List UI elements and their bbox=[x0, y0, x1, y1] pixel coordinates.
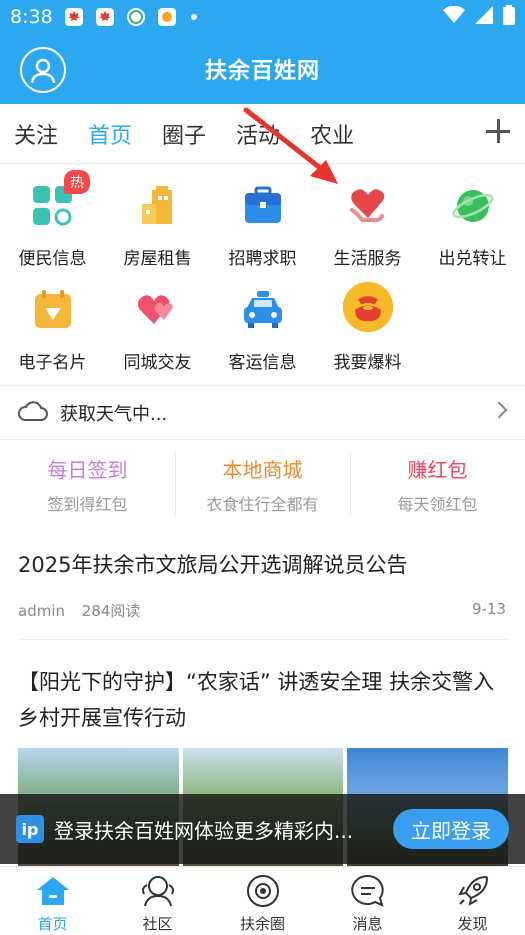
tab-circle[interactable]: 圈子 bbox=[162, 118, 206, 150]
promo-daily-checkin[interactable]: 每日签到 签到得红包 bbox=[0, 440, 175, 528]
news-title: 2025年扶余市文旅局公开选调解说员公告 bbox=[18, 553, 408, 577]
promo-subtitle: 每天领红包 bbox=[397, 494, 478, 514]
promo-title: 本地商城 bbox=[222, 457, 303, 482]
grid-item-transfer[interactable]: 出兑转让 bbox=[420, 170, 525, 270]
promo-subtitle: 衣食住行全都有 bbox=[206, 494, 319, 514]
grid-item-label: 招聘求职 bbox=[228, 249, 297, 269]
camera-circle-icon bbox=[245, 873, 281, 909]
grid-item-label: 同城交友 bbox=[123, 353, 192, 373]
briefcase-icon bbox=[237, 180, 289, 232]
grid-item-label: 便民信息 bbox=[18, 249, 87, 269]
cloud-icon bbox=[18, 400, 48, 426]
status-right bbox=[443, 5, 515, 29]
wifi-icon bbox=[443, 5, 465, 28]
planet-icon bbox=[447, 180, 499, 232]
add-channel-icon[interactable] bbox=[485, 118, 511, 144]
grid-item-dating[interactable]: 同城交友 bbox=[105, 274, 210, 374]
app-header: 扶余百姓网 bbox=[0, 34, 525, 104]
promo-subtitle: 签到得红包 bbox=[47, 494, 128, 514]
grid-item-business-card[interactable]: 电子名片 bbox=[0, 274, 105, 374]
news-meta: admin 284阅读 bbox=[18, 600, 140, 621]
promo-row: 每日签到 签到得红包 本地商城 衣食住行全都有 赚红包 每天领红包 bbox=[0, 440, 525, 528]
battery-icon bbox=[503, 5, 515, 29]
news-title: 【阳光下的守护】“农家话” 讲透安全理 扶余交警入乡村开展宣传行动 bbox=[18, 670, 495, 730]
chevron-right-icon bbox=[490, 401, 508, 419]
bottom-nav: 首页 社区 扶余圈 消息 发现 bbox=[0, 866, 525, 935]
grid-item-jobs[interactable]: 招聘求职 bbox=[210, 170, 315, 270]
nav-label: 社区 bbox=[142, 915, 173, 933]
maple-leaf-icon bbox=[63, 6, 85, 28]
page-title: 扶余百姓网 bbox=[204, 59, 320, 84]
nav-label: 扶余圈 bbox=[239, 915, 285, 933]
nav-discover[interactable]: 发现 bbox=[420, 867, 525, 935]
message-icon bbox=[350, 873, 386, 909]
maple-leaf-icon bbox=[94, 6, 116, 28]
promo-title: 每日签到 bbox=[47, 457, 128, 482]
nav-community[interactable]: 社区 bbox=[105, 867, 210, 935]
weather-text: 获取天气中... bbox=[60, 403, 168, 425]
app-circle-icon bbox=[125, 6, 147, 28]
promo-earn-red-packet[interactable]: 赚红包 每天领红包 bbox=[350, 440, 525, 528]
hearts-icon bbox=[132, 284, 184, 336]
grid-item-label: 电子名片 bbox=[18, 353, 87, 373]
promo-title: 赚红包 bbox=[407, 457, 468, 482]
red-bag-icon bbox=[342, 281, 394, 336]
nav-label: 消息 bbox=[352, 915, 383, 933]
app-square-icon bbox=[156, 6, 178, 28]
community-icon bbox=[140, 873, 176, 909]
news-item[interactable]: 【阳光下的守护】“农家话” 讲透安全理 扶余交警入乡村开展宣传行动 bbox=[18, 664, 508, 736]
grid-item-label: 出兑转让 bbox=[438, 249, 507, 269]
grid-item-label: 生活服务 bbox=[333, 249, 402, 269]
status-bar: 8:38 bbox=[0, 0, 525, 34]
grid-item-label: 房屋租售 bbox=[123, 249, 192, 269]
building-icon bbox=[132, 180, 184, 232]
nav-home[interactable]: 首页 bbox=[0, 867, 105, 935]
hot-badge: 热 bbox=[64, 170, 90, 194]
card-diamond-icon bbox=[27, 284, 79, 336]
nav-label: 发现 bbox=[457, 915, 488, 933]
login-button[interactable]: 立即登录 bbox=[393, 809, 509, 849]
nav-label: 首页 bbox=[37, 915, 68, 933]
news-reads: 284阅读 bbox=[81, 602, 141, 620]
user-avatar-icon[interactable] bbox=[20, 47, 66, 93]
grid-item-housing[interactable]: 房屋租售 bbox=[105, 170, 210, 270]
grid-item-label: 我要爆料 bbox=[333, 353, 402, 373]
tab-follow[interactable]: 关注 bbox=[14, 118, 58, 150]
news-item[interactable]: 2025年扶余市文旅局公开选调解说员公告 admin 284阅读 9-13 bbox=[18, 548, 508, 640]
promo-local-mall[interactable]: 本地商城 衣食住行全都有 bbox=[175, 440, 350, 528]
home-icon bbox=[35, 873, 71, 909]
tab-home[interactable]: 首页 bbox=[88, 118, 132, 150]
status-time: 8:38 bbox=[10, 6, 53, 28]
signal-icon bbox=[475, 6, 493, 28]
grid-item-life-service[interactable]: 生活服务 bbox=[315, 170, 420, 270]
grid-item-report[interactable]: 我要爆料 bbox=[315, 274, 420, 374]
rocket-icon bbox=[455, 873, 491, 909]
login-banner: ip 登录扶余百姓网体验更多精彩内... 立即登录 bbox=[0, 794, 525, 864]
nav-circle[interactable]: 扶余圈 bbox=[210, 867, 315, 935]
grid-item-convenience[interactable]: 热 便民信息 bbox=[0, 170, 105, 270]
notification-dot-icon bbox=[190, 14, 197, 20]
grid-item-label: 客运信息 bbox=[228, 353, 297, 373]
weather-row[interactable]: 获取天气中... bbox=[0, 385, 525, 440]
heart-hand-icon bbox=[342, 180, 394, 232]
login-prompt-text: 登录扶余百姓网体验更多精彩内... bbox=[54, 818, 354, 843]
news-date: 9-13 bbox=[471, 600, 506, 618]
app-logo-icon: ip bbox=[16, 815, 44, 843]
grid-item-transport[interactable]: 客运信息 bbox=[210, 274, 315, 374]
car-icon bbox=[237, 284, 289, 336]
nav-messages[interactable]: 消息 bbox=[315, 867, 420, 935]
news-author: admin bbox=[18, 602, 65, 620]
